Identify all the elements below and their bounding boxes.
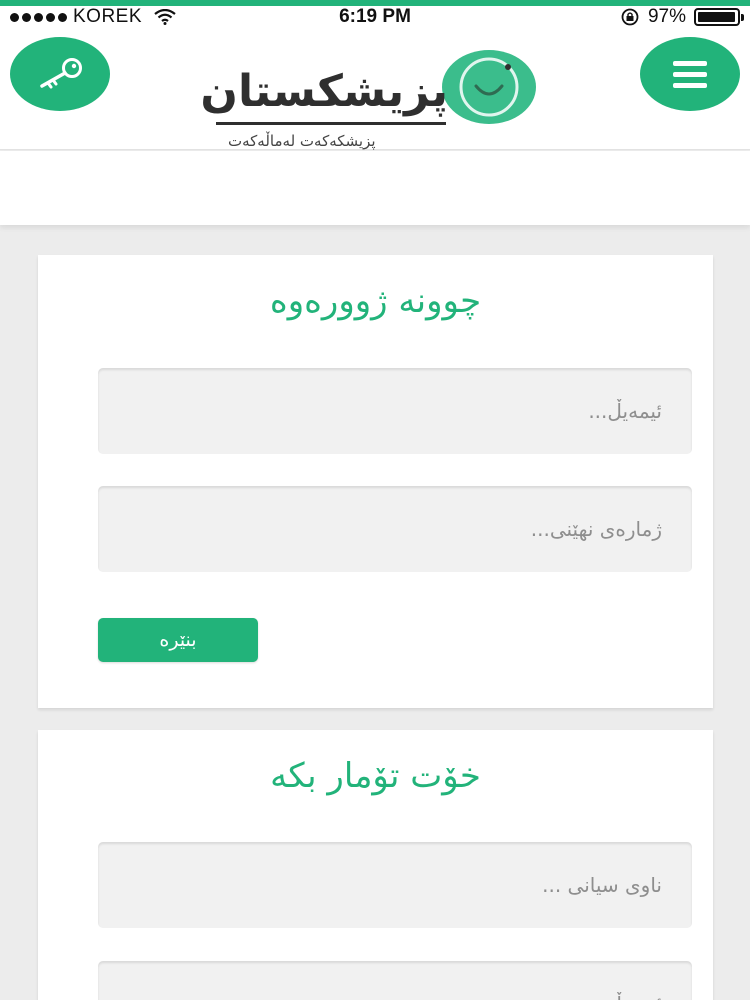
login-title: چوونە ژوورەوە bbox=[269, 281, 482, 321]
login-submit-button[interactable]: بنێرە bbox=[98, 618, 258, 662]
battery-level bbox=[698, 12, 735, 22]
register-email-field[interactable] bbox=[98, 961, 692, 1000]
status-bar: KOREK 6:19 PM 97% bbox=[0, 6, 750, 28]
login-password-field[interactable] bbox=[98, 486, 692, 572]
logo-face-icon bbox=[442, 50, 536, 124]
app-header: پزیشکستان پزیشکەکەت لەماڵەکەت bbox=[0, 28, 750, 150]
login-key-button[interactable] bbox=[10, 37, 110, 111]
register-name-field[interactable] bbox=[98, 842, 692, 928]
subheader-bar bbox=[0, 151, 750, 225]
menu-button[interactable] bbox=[640, 37, 740, 111]
register-card: خۆت تۆمار بکە bbox=[38, 730, 713, 1000]
battery-icon bbox=[694, 8, 744, 26]
logo-underline bbox=[216, 122, 446, 125]
logo-title: پزیشکستان bbox=[200, 66, 448, 117]
login-card: چوونە ژوورەوە بنێرە bbox=[38, 255, 713, 708]
hamburger-menu-icon bbox=[673, 60, 707, 88]
key-icon bbox=[40, 58, 82, 89]
register-title: خۆت تۆمار بکە bbox=[270, 756, 481, 796]
rotation-lock-icon bbox=[621, 8, 639, 26]
logo-subtitle: پزیشکەکەت لەماڵەکەت bbox=[228, 132, 376, 150]
battery-percent: 97% bbox=[647, 6, 686, 27]
status-right: 97% bbox=[620, 6, 744, 28]
app-logo: پزیشکستان پزیشکەکەت لەماڵەکەت bbox=[200, 48, 540, 150]
login-email-field[interactable] bbox=[98, 368, 692, 454]
